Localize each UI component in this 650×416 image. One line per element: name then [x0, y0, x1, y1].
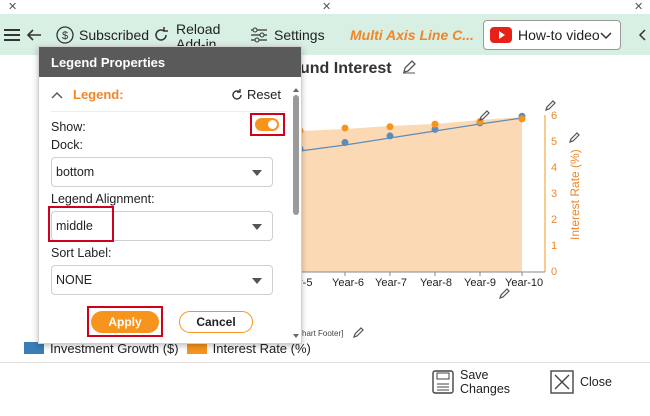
save-label-line1: Save [460, 368, 489, 382]
alignment-caret-icon [252, 224, 262, 230]
panel-scrollbar[interactable] [292, 87, 300, 339]
dock-label: Dock: [51, 138, 83, 152]
chart-footer-label: hart Footer] [302, 329, 344, 338]
reset-label: Reset [247, 87, 281, 102]
x-tick-4: Year-8 [420, 277, 453, 289]
legend-section-toggle[interactable]: Legend: [51, 87, 124, 102]
show-toggle-highlight [250, 113, 285, 136]
interest-rate-area [300, 117, 522, 272]
dock-caret-icon [252, 170, 262, 176]
cancel-button[interactable]: Cancel [179, 311, 253, 333]
save-changes-label: Save Changes [460, 368, 510, 396]
chart-footer-text[interactable]: hart Footer] [302, 327, 364, 339]
edit-axis-icon[interactable] [544, 100, 556, 112]
rate-point [518, 115, 526, 123]
x-tick-3: Year-7 [375, 277, 408, 289]
dock-select-value: bottom [56, 165, 95, 179]
right-tick-4: 4 [551, 162, 558, 174]
x-tick-5: Year-9 [464, 277, 497, 289]
right-tick-1: 1 [551, 240, 558, 252]
scroll-down-icon[interactable] [292, 333, 300, 339]
rate-point [386, 123, 394, 131]
panel-divider [51, 111, 287, 112]
growth-point [386, 132, 394, 140]
rate-point [341, 124, 349, 132]
right-tick-3: 3 [551, 188, 558, 200]
edit-series-icon[interactable] [478, 110, 490, 122]
dock-select[interactable]: bottom [51, 157, 273, 187]
legend-section-label: Legend: [73, 87, 124, 102]
alignment-highlight [48, 206, 114, 242]
right-tick-0: 0 [551, 266, 558, 278]
x-tick-2: Year-6 [332, 277, 365, 289]
x-axis-ticks [299, 272, 523, 276]
alignment-label: Legend Alignment: [51, 192, 155, 206]
close-icon [550, 370, 574, 394]
scroll-up-icon[interactable] [292, 87, 300, 93]
scrollbar-thumb[interactable] [293, 95, 299, 215]
close-label: Close [580, 375, 612, 389]
close-button[interactable]: Close [550, 370, 612, 394]
edit-xaxis-icon[interactable] [498, 288, 510, 300]
save-icon [432, 370, 454, 394]
legend-properties-panel: Legend Properties Legend: Reset Show: Do… [38, 46, 302, 344]
right-tick-2: 2 [551, 214, 558, 226]
chevron-up-icon [51, 91, 63, 98]
edit-footer-icon[interactable] [352, 327, 364, 339]
save-label-line2: Changes [460, 382, 511, 396]
sort-select-value: NONE [56, 273, 93, 287]
growth-point [341, 138, 349, 146]
footer-divider [0, 362, 650, 363]
apply-highlight [87, 306, 163, 337]
save-changes-button[interactable]: Save Changes [432, 368, 510, 396]
sort-caret-icon [252, 278, 262, 284]
sort-select[interactable]: NONE [51, 265, 273, 295]
right-tick-5: 5 [551, 136, 558, 148]
x-tick-6: Year-10 [505, 277, 544, 289]
reset-button[interactable]: Reset [231, 87, 281, 102]
panel-header: Legend Properties [39, 47, 301, 77]
show-label: Show: [51, 120, 86, 134]
edit-axis-label-icon[interactable] [568, 132, 580, 144]
reset-icon [232, 89, 242, 100]
right-axis-label: Interest Rate (%) [568, 149, 582, 240]
rate-point [431, 120, 439, 128]
sort-label: Sort Label: [51, 246, 112, 260]
